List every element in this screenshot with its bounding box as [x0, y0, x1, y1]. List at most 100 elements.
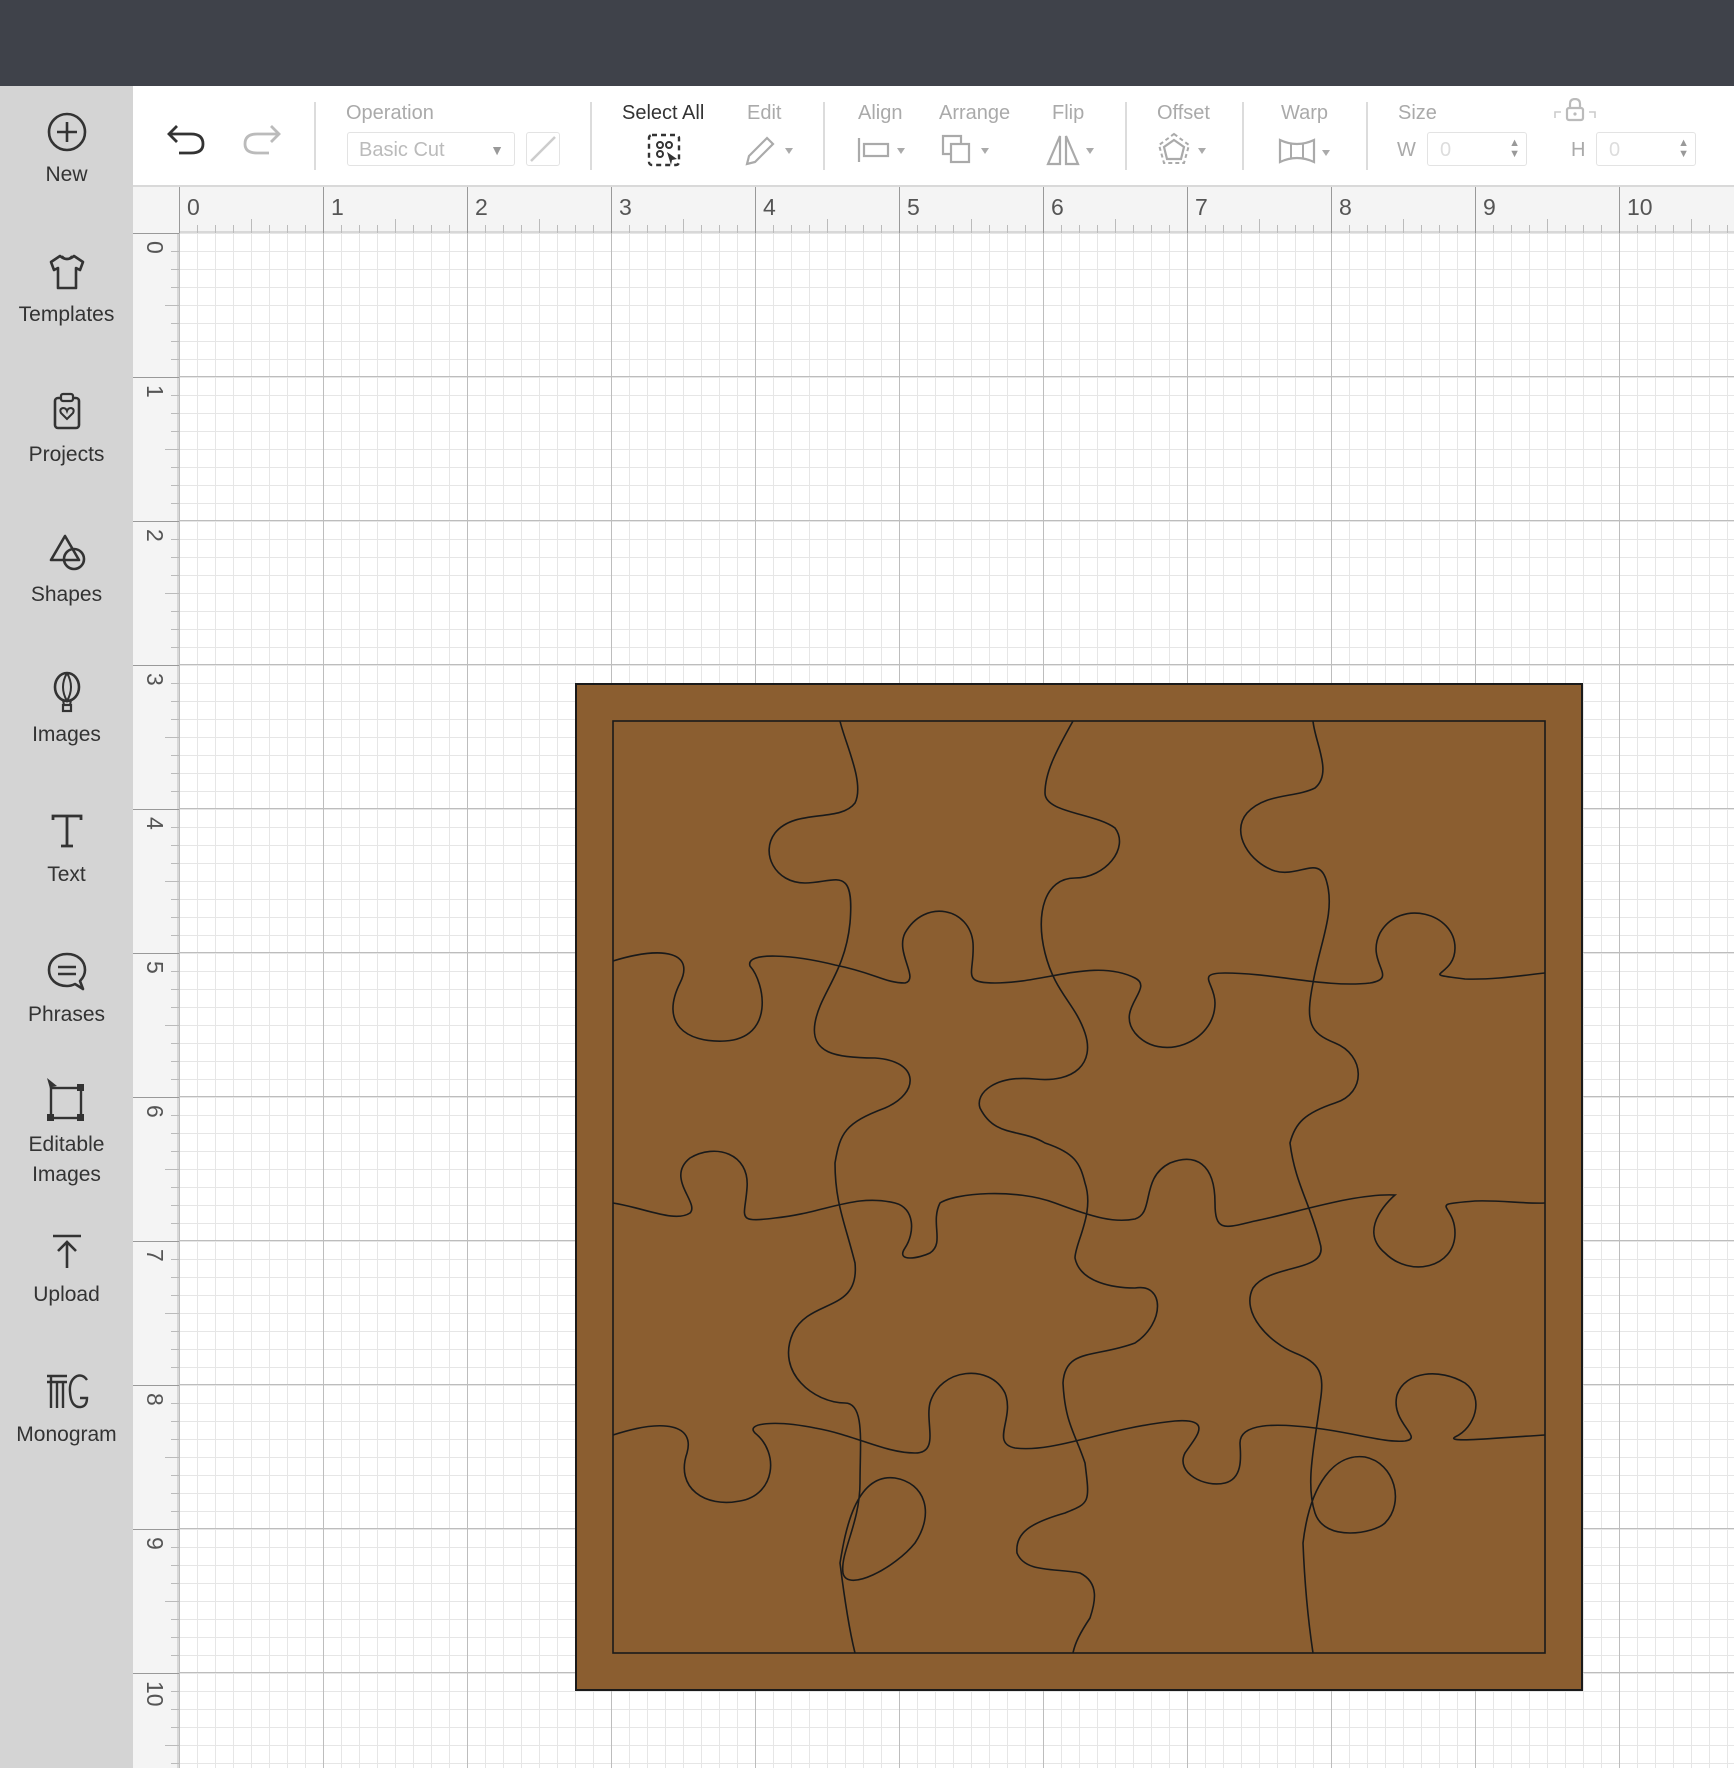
- plus-circle-icon: [47, 112, 86, 152]
- arrange-icon[interactable]: [939, 132, 997, 168]
- horizontal-ruler-scale: 0 1 2 3 4 5 6 7 8 9 10: [133, 187, 1734, 233]
- operation-label: Operation: [346, 102, 434, 124]
- ruler-top-label: 10: [1627, 194, 1653, 220]
- operation-select-value: Basic Cut: [359, 139, 445, 161]
- ruler-top-label: 9: [1483, 194, 1496, 220]
- ruler-top-label: 4: [763, 194, 776, 220]
- ruler-left-label: 3: [142, 673, 168, 686]
- vertical-ruler-scale: 0 1 2 3 4 5 6 7 8 9 10: [133, 187, 179, 1768]
- text-t-icon: [51, 814, 82, 848]
- ruler-left-label: 8: [142, 1393, 168, 1406]
- offset-label: Offset: [1157, 102, 1210, 124]
- tshirt-icon: [49, 254, 84, 290]
- flip-icon[interactable]: [1044, 132, 1102, 168]
- toolbar-separator: [823, 102, 825, 170]
- sidebar-item-label: Projects: [28, 443, 105, 466]
- left-sidebar: New Templates Projects Shapes Images Tex…: [0, 86, 133, 1768]
- sidebar-item-label: Upload: [33, 1283, 100, 1306]
- undo-icon[interactable]: [165, 120, 207, 156]
- align-icon[interactable]: [855, 132, 911, 168]
- monogram-icon: [46, 1374, 88, 1409]
- edit-pencil-icon[interactable]: [741, 132, 795, 168]
- sidebar-item-label: Editable: [28, 1133, 105, 1156]
- ruler-left-label: 6: [142, 1105, 168, 1118]
- toolbar-separator: [1242, 102, 1244, 170]
- ruler-left-label: 9: [142, 1537, 168, 1550]
- sidebar-item-shapes[interactable]: Shapes: [0, 530, 133, 610]
- select-all-label: Select All: [622, 102, 705, 124]
- height-label: H: [1571, 139, 1586, 161]
- width-input-value: 0: [1440, 139, 1452, 161]
- align-label: Align: [858, 102, 903, 124]
- size-label: Size: [1398, 102, 1437, 124]
- horizontal-ruler: 0 1 2 3 4 5 6 7 8 9 10: [133, 187, 1734, 233]
- ruler-left-label: 4: [142, 817, 168, 830]
- ruler-left-label: 7: [142, 1249, 168, 1262]
- sidebar-item-label: Text: [47, 863, 86, 886]
- ruler-left-label: 2: [142, 529, 168, 542]
- clipboard-heart-icon: [53, 392, 80, 430]
- width-label: W: [1397, 139, 1416, 161]
- editable-images-icon: [46, 1078, 84, 1121]
- operation-color-swatch[interactable]: [526, 132, 560, 166]
- shapes-icon: [49, 534, 85, 571]
- sidebar-item-label: Phrases: [27, 1003, 106, 1026]
- sidebar-item-templates[interactable]: Templates: [0, 250, 133, 330]
- arrange-label: Arrange: [939, 102, 1011, 124]
- ruler-left-label: 0: [142, 241, 168, 254]
- sidebar-item-label-line2: Images: [32, 1163, 101, 1186]
- sidebar-item-monogram[interactable]: Monogram: [0, 1370, 133, 1450]
- chevron-down-icon: ▼: [490, 142, 504, 158]
- select-all-icon[interactable]: [646, 132, 684, 170]
- toolbar-separator: [590, 102, 592, 170]
- puzzle-image[interactable]: [575, 683, 1583, 1691]
- vertical-ruler: 0 1 2 3 4 5 6 7 8 9 10: [133, 187, 179, 1768]
- sidebar-item-label: Templates: [18, 303, 115, 326]
- ruler-top-label: 7: [1195, 194, 1208, 220]
- stepper-arrows-icon[interactable]: ▲ ▼: [1509, 138, 1520, 160]
- speech-bubble-icon: [47, 952, 86, 991]
- ruler-corner: [133, 187, 179, 233]
- ruler-top-label: 6: [1051, 194, 1064, 220]
- height-input[interactable]: 0 ▲ ▼: [1596, 132, 1696, 166]
- ruler-top-label: 3: [619, 194, 632, 220]
- puzzle-outer-frame[interactable]: [575, 683, 1583, 1691]
- width-input[interactable]: 0 ▲ ▼: [1427, 132, 1527, 166]
- operation-select[interactable]: Basic Cut ▼: [347, 132, 515, 166]
- lock-icon[interactable]: [1553, 98, 1597, 122]
- ruler-top-label: 8: [1339, 194, 1352, 220]
- app-header-bar: [0, 0, 1734, 86]
- edit-label: Edit: [747, 102, 782, 124]
- upload-icon: [52, 1234, 81, 1268]
- flip-label: Flip: [1052, 102, 1085, 124]
- sidebar-item-phrases[interactable]: Phrases: [0, 950, 133, 1030]
- balloon-icon: [53, 671, 80, 713]
- warp-icon[interactable]: [1276, 132, 1338, 168]
- toolbar-separator: [314, 102, 316, 170]
- sidebar-item-new[interactable]: New: [0, 110, 133, 190]
- sidebar-item-label: Shapes: [30, 583, 103, 606]
- redo-icon[interactable]: [241, 120, 283, 156]
- sidebar-item-text[interactable]: Text: [0, 810, 133, 890]
- toolbar-separator: [1125, 102, 1127, 170]
- ruler-left-label: 1: [142, 385, 168, 398]
- edit-toolbar: Operation Basic Cut ▼ Select All Edit Ali…: [133, 86, 1734, 187]
- sidebar-item-label: Monogram: [16, 1423, 117, 1446]
- sidebar-item-images[interactable]: Images: [0, 670, 133, 750]
- stepper-arrows-icon[interactable]: ▲ ▼: [1678, 138, 1689, 160]
- sidebar-item-projects[interactable]: Projects: [0, 390, 133, 470]
- sidebar-item-label: Images: [32, 723, 101, 746]
- ruler-left-label: 5: [142, 961, 168, 974]
- offset-icon[interactable]: [1156, 132, 1214, 168]
- ruler-top-label: 0: [187, 194, 200, 220]
- sidebar-item-upload[interactable]: Upload: [0, 1230, 133, 1310]
- height-input-value: 0: [1609, 139, 1621, 161]
- pen-slash-icon: [530, 136, 556, 162]
- warp-label: Warp: [1281, 102, 1329, 124]
- ruler-top-label: 1: [331, 194, 344, 220]
- ruler-top-label: 5: [907, 194, 920, 220]
- ruler-top-label: 2: [475, 194, 488, 220]
- design-canvas[interactable]: [179, 233, 1734, 1768]
- ruler-left-label: 10: [142, 1681, 168, 1707]
- sidebar-item-editable-images[interactable]: Editable Images: [0, 1076, 133, 1190]
